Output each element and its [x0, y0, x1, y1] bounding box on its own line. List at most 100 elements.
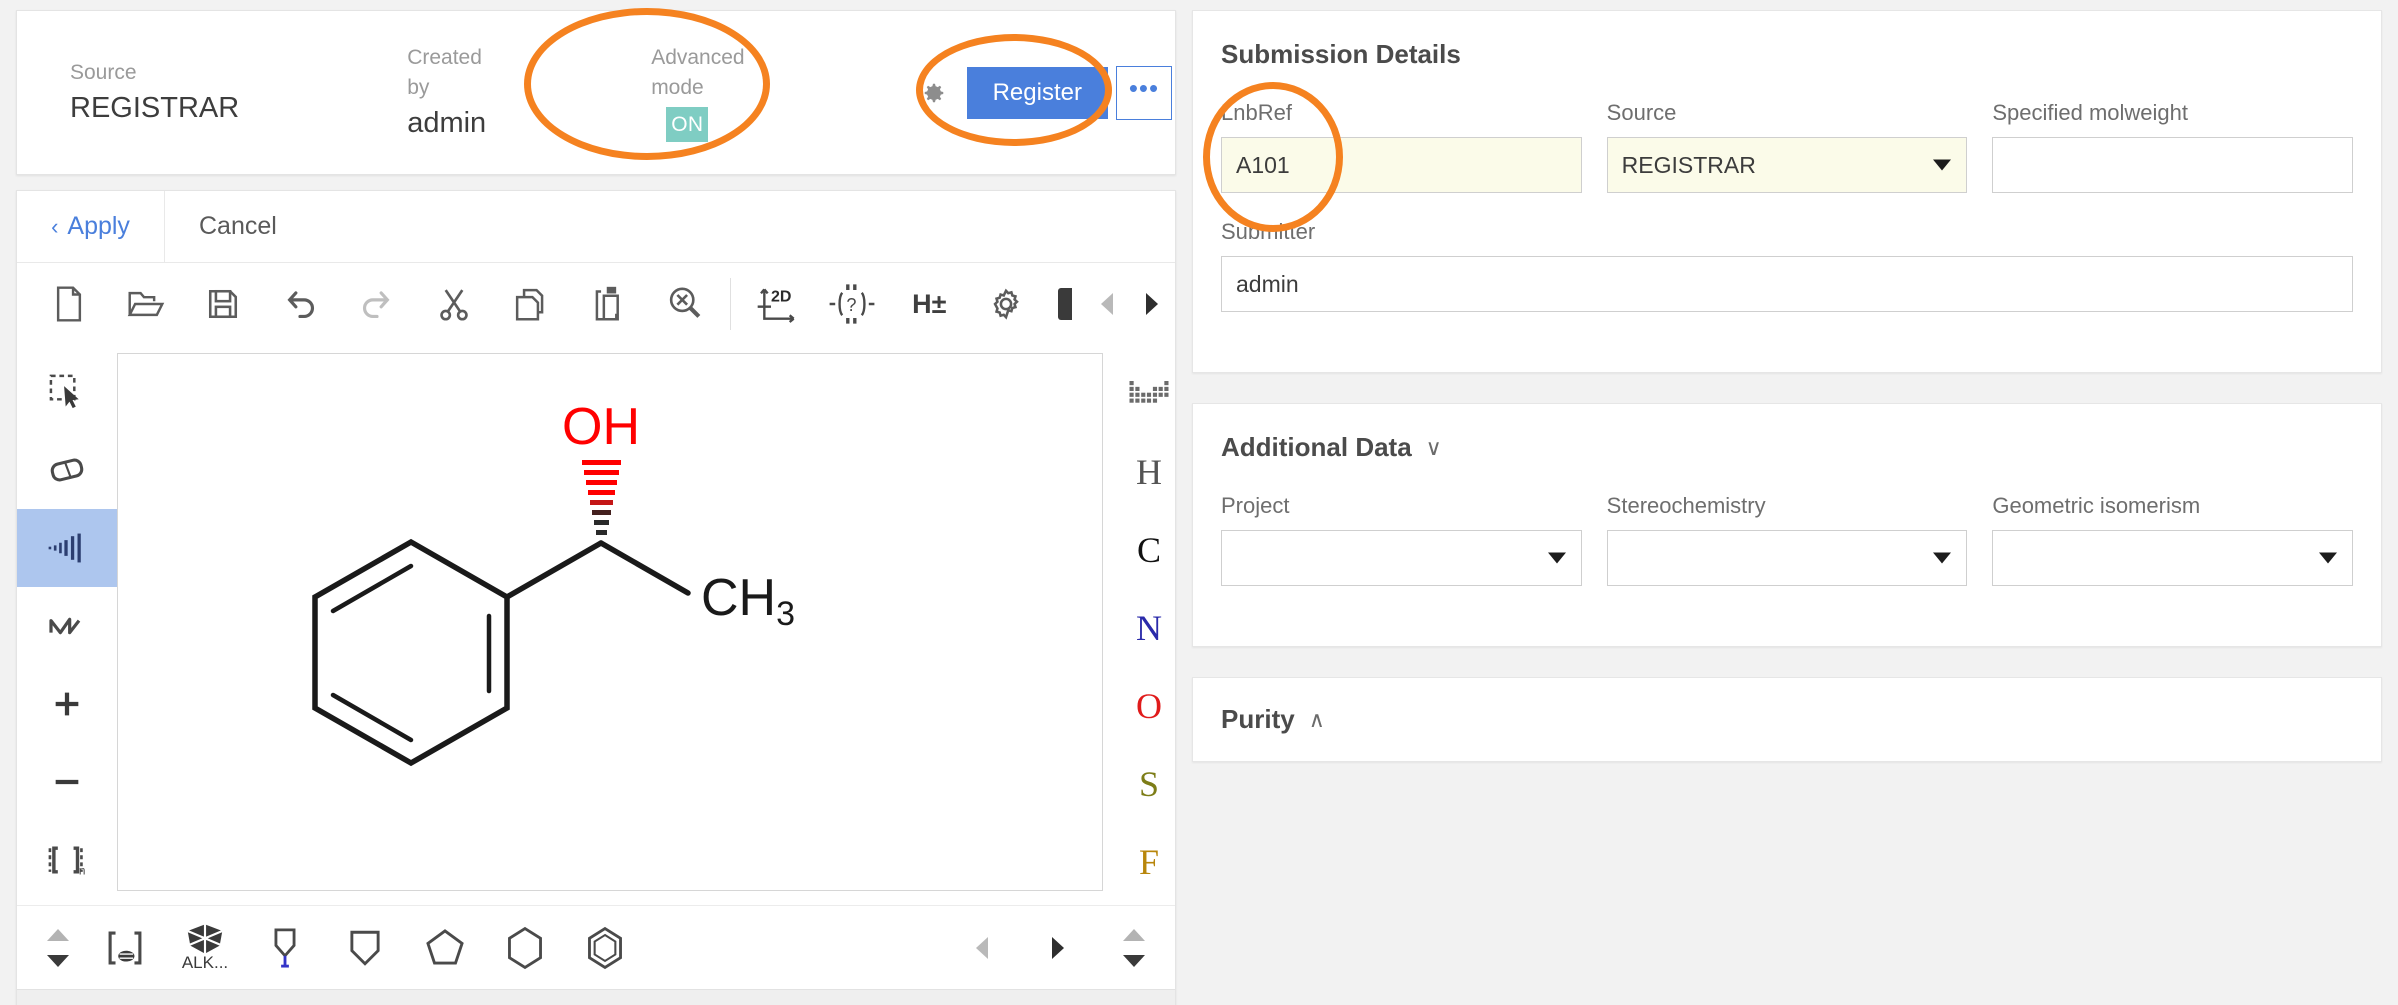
apply-chevron-icon: ‹: [51, 213, 59, 239]
save-icon[interactable]: [185, 269, 262, 339]
editor-top-toolbar: 2D ? H±: [17, 263, 1175, 345]
template-prev-icon[interactable]: [959, 913, 1005, 983]
submission-details-title: Submission Details: [1221, 39, 1461, 69]
apply-button[interactable]: ‹ Apply: [17, 190, 165, 263]
geometric-isomerism-field-group: Geometric isomerism: [1992, 493, 2354, 586]
copy-icon[interactable]: [493, 269, 570, 339]
stereochemistry-label: Stereochemistry: [1606, 493, 1766, 518]
molecule-drawing: OH CH3: [312, 398, 795, 767]
meta-advanced-mode: Advanced mode ON: [651, 43, 745, 142]
more-actions-button[interactable]: •••: [1115, 65, 1172, 120]
project-label: Project: [1221, 493, 1290, 518]
clear-search-icon[interactable]: [647, 269, 724, 339]
source-select[interactable]: [1606, 137, 1968, 193]
hydrogen-toggle-icon[interactable]: H±: [891, 269, 968, 339]
molweight-field-group: Specified molweight: [1992, 100, 2354, 193]
element-button-n[interactable]: N: [1103, 589, 1195, 667]
toggle-state-label: ON: [671, 112, 704, 136]
molecule-canvas-area: OH CH3: [117, 345, 1103, 901]
toolbar-scroll-left-icon[interactable]: [1084, 269, 1129, 339]
element-button-s[interactable]: S: [1103, 745, 1195, 823]
svg-text:?: ?: [847, 295, 857, 315]
toolbar-overflow-handle[interactable]: [1045, 269, 1084, 339]
lnbref-label: LnbRef: [1221, 100, 1292, 125]
settings-gear-icon[interactable]: [968, 269, 1045, 339]
spinner-up-icon: [47, 928, 69, 941]
hydroxyl-label: OH: [562, 398, 640, 456]
additional-data-title: Additional Data: [1221, 432, 1412, 462]
app-root: Source REGISTRAR Created by admin Advanc…: [0, 0, 2398, 1005]
gear-icon[interactable]: [915, 76, 949, 110]
project-select[interactable]: [1221, 530, 1582, 586]
structure-header-card: Source REGISTRAR Created by admin Advanc…: [16, 10, 1176, 175]
undo-icon[interactable]: [262, 269, 339, 339]
hydrogen-toggle-label: H±: [912, 288, 947, 319]
stereochemistry-select[interactable]: [1606, 530, 1968, 586]
abbreviation-icon[interactable]: ?: [814, 269, 891, 339]
alkaloid-label: ALK...: [181, 952, 229, 972]
cyclopentane-ring-template[interactable]: [405, 908, 485, 988]
charge-minus-tool[interactable]: [17, 743, 117, 821]
custom-template-icon[interactable]: [85, 908, 165, 988]
selection-tool[interactable]: [17, 353, 117, 431]
svg-text:2D: 2D: [771, 288, 791, 305]
geometric-isomerism-select[interactable]: [1992, 530, 2354, 586]
submission-details-panel: Submission Details LnbRef Source Specifi…: [1192, 10, 2382, 373]
element-palette-rail: H C N O S F: [1103, 345, 1195, 901]
template-page-spinner[interactable]: [31, 928, 85, 967]
azetidine-ring-template[interactable]: [245, 908, 325, 988]
additional-row-1: Project Stereochemistry Geometric isomer…: [1221, 493, 2354, 586]
cyclohexane-ring-template[interactable]: [485, 908, 565, 988]
paste-icon[interactable]: [570, 269, 647, 339]
submitter-field-group: Submitter: [1221, 219, 2353, 312]
eraser-tool[interactable]: [17, 431, 117, 509]
methyl-label: CH3: [701, 569, 795, 633]
right-column: Submission Details LnbRef Source Specifi…: [1192, 10, 2382, 792]
advanced-mode-toggle[interactable]: ON: [651, 107, 709, 142]
charge-plus-tool[interactable]: [17, 665, 117, 743]
structure-editor-card: ‹ Apply Cancel 2D ? H± n OH CH3 H C N O …: [16, 190, 1176, 1005]
apply-label: Apply: [67, 212, 130, 240]
created-by-value: admin: [407, 106, 487, 139]
stereochemistry-field-group: Stereochemistry: [1606, 493, 1968, 586]
bond-tool[interactable]: [17, 509, 117, 587]
template-row-spinner[interactable]: [1107, 928, 1161, 967]
redo-icon[interactable]: [339, 269, 416, 339]
purity-panel: Purity ∧: [1192, 677, 2382, 762]
toolbar-scroll-right-icon[interactable]: [1130, 269, 1175, 339]
source-label: Source: [70, 60, 137, 84]
cyclobutane-ring-template[interactable]: [325, 908, 405, 988]
element-button-o[interactable]: O: [1103, 667, 1195, 745]
created-by-label: Created by: [407, 45, 482, 99]
editor-resize-handle[interactable]: [17, 989, 1175, 1005]
register-button[interactable]: Register: [966, 66, 1108, 119]
meta-source: Source REGISTRAR: [70, 58, 239, 128]
clean-2d-icon[interactable]: 2D: [737, 269, 814, 339]
geometric-isomerism-label: Geometric isomerism: [1992, 493, 2201, 518]
specified-molweight-label: Specified molweight: [1992, 100, 2189, 125]
cut-scissors-icon[interactable]: [416, 269, 493, 339]
alkaloid-template-icon[interactable]: ALK...: [165, 908, 245, 988]
submitter-input[interactable]: [1221, 256, 2353, 312]
template-page-nav: [959, 913, 1081, 983]
benzene-ring-template[interactable]: [565, 908, 645, 988]
element-button-f[interactable]: F: [1103, 823, 1195, 901]
lnbref-input[interactable]: [1221, 137, 1582, 193]
template-toolbar: ALK...: [17, 905, 1175, 989]
svg-text:n: n: [79, 863, 86, 877]
new-document-icon[interactable]: [31, 269, 108, 339]
editor-body: n OH CH3 H C N O S F: [17, 345, 1175, 905]
advanced-mode-label: Advanced mode: [651, 46, 745, 99]
open-folder-icon[interactable]: [108, 269, 185, 339]
element-button-h[interactable]: H: [1103, 433, 1195, 511]
element-button-c[interactable]: C: [1103, 511, 1195, 589]
molecule-canvas[interactable]: OH CH3: [117, 353, 1103, 891]
template-next-icon[interactable]: [1035, 913, 1081, 983]
cancel-button[interactable]: Cancel: [165, 191, 311, 263]
periodic-table-icon[interactable]: [1103, 355, 1195, 433]
additional-data-header[interactable]: Additional Data ∨: [1221, 432, 2353, 463]
chain-tool[interactable]: [17, 587, 117, 665]
purity-header[interactable]: Purity ∧: [1221, 704, 2353, 735]
specified-molweight-input[interactable]: [1992, 137, 2354, 193]
repeating-unit-bracket-tool[interactable]: n: [17, 821, 117, 899]
